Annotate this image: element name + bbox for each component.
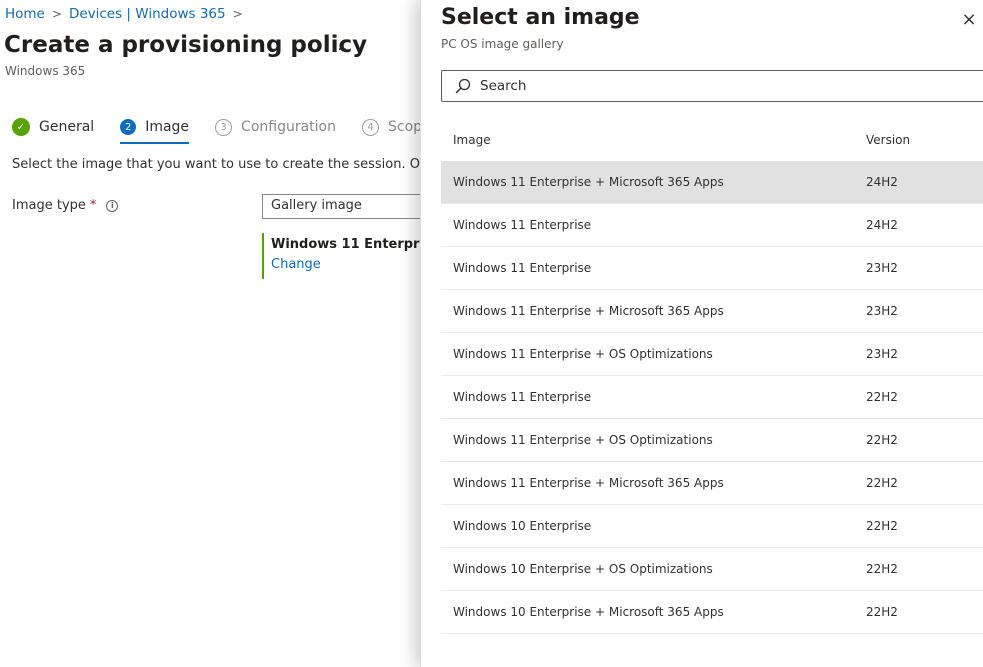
- search-box[interactable]: [441, 70, 983, 102]
- image-name-cell: Windows 11 Enterprise: [453, 261, 592, 275]
- panel-title: Select an image: [441, 5, 640, 30]
- select-image-panel: Select an image PC OS image gallery × Im…: [420, 0, 983, 667]
- step-configuration[interactable]: 3 Configuration: [215, 115, 336, 139]
- table-row[interactable]: Windows 11 Enterprise + OS Optimizations…: [441, 333, 983, 376]
- version-cell: 22H2: [866, 605, 898, 619]
- version-cell: 22H2: [866, 476, 898, 490]
- step-label: Configuration: [241, 119, 336, 135]
- image-name-cell: Windows 11 Enterprise + Microsoft 365 Ap…: [453, 476, 724, 490]
- search-icon: [454, 77, 472, 95]
- chevron-right-icon: >: [232, 7, 243, 21]
- table-row[interactable]: Windows 11 Enterprise + OS Optimizations…: [441, 419, 983, 462]
- table-row[interactable]: Windows 11 Enterprise 22H2: [441, 376, 983, 419]
- grid-rows: Windows 11 Enterprise + Microsoft 365 Ap…: [441, 161, 983, 634]
- panel-subtitle: PC OS image gallery: [441, 37, 564, 51]
- image-name-cell: Windows 10 Enterprise + OS Optimizations: [453, 562, 713, 576]
- intro-text: Select the image that you want to use to…: [12, 157, 485, 172]
- step-number-icon: 2: [120, 119, 137, 135]
- more-options-button[interactable]: ...: [332, 38, 348, 54]
- image-name-cell: Windows 11 Enterprise + Microsoft 365 Ap…: [453, 175, 724, 189]
- page-subtitle: Windows 365: [5, 64, 86, 78]
- search-input[interactable]: [480, 78, 960, 94]
- image-name-cell: Windows 11 Enterprise + OS Optimizations: [453, 347, 713, 361]
- step-number-icon: 4: [362, 118, 379, 136]
- table-row[interactable]: Windows 10 Enterprise 22H2: [441, 505, 983, 548]
- image-grid: Image Version Windows 11 Enterprise + Mi…: [441, 118, 983, 634]
- step-number-icon: 3: [215, 118, 233, 136]
- image-type-dropdown[interactable]: Gallery image: [262, 194, 432, 219]
- version-cell: 24H2: [866, 218, 898, 232]
- table-row[interactable]: Windows 11 Enterprise 24H2: [441, 204, 983, 247]
- image-name-cell: Windows 11 Enterprise + OS Optimizations: [453, 433, 713, 447]
- step-label: Image: [145, 119, 190, 135]
- version-cell: 22H2: [866, 433, 898, 447]
- table-row[interactable]: Windows 11 Enterprise + Microsoft 365 Ap…: [441, 462, 983, 505]
- selected-image-name: Windows 11 Enterprise + Microsoft 365 Ap…: [271, 237, 432, 252]
- image-type-label-text: Image type: [12, 198, 86, 213]
- version-cell: 22H2: [866, 562, 898, 576]
- breadcrumb-home[interactable]: Home: [5, 6, 45, 22]
- image-name-cell: Windows 11 Enterprise: [453, 390, 592, 404]
- change-image-link[interactable]: Change: [271, 257, 432, 272]
- breadcrumb: Home > Devices | Windows 365 >: [5, 6, 250, 22]
- checkmark-icon: ✓: [12, 118, 30, 136]
- info-icon[interactable]: i: [106, 199, 119, 212]
- table-row[interactable]: Windows 11 Enterprise + Microsoft 365 Ap…: [441, 290, 983, 333]
- step-label: General: [39, 119, 95, 135]
- version-cell: 22H2: [866, 519, 898, 533]
- column-header-image[interactable]: Image: [441, 133, 866, 147]
- table-row[interactable]: Windows 11 Enterprise + Microsoft 365 Ap…: [441, 161, 983, 204]
- table-row[interactable]: Windows 10 Enterprise + Microsoft 365 Ap…: [441, 591, 983, 634]
- version-cell: 22H2: [866, 390, 898, 404]
- breadcrumb-devices[interactable]: Devices | Windows 365: [69, 6, 226, 22]
- step-general[interactable]: ✓ General: [12, 115, 94, 139]
- close-icon[interactable]: ×: [960, 11, 978, 30]
- table-row[interactable]: Windows 11 Enterprise 23H2: [441, 247, 983, 290]
- image-name-cell: Windows 10 Enterprise + Microsoft 365 Ap…: [453, 605, 724, 619]
- page-title: Create a provisioning policy: [4, 32, 368, 58]
- required-marker: *: [89, 198, 97, 213]
- version-cell: 23H2: [866, 304, 898, 318]
- version-cell: 24H2: [866, 175, 898, 189]
- step-image[interactable]: 2 Image: [120, 115, 190, 144]
- version-cell: 23H2: [866, 261, 898, 275]
- image-name-cell: Windows 11 Enterprise: [453, 218, 592, 232]
- selected-image: Windows 11 Enterprise + Microsoft 365 Ap…: [262, 233, 432, 279]
- wizard-steps: ✓ General 2 Image 3 Configuration 4 Scop…: [12, 115, 475, 144]
- image-type-label: Image type * i: [12, 198, 119, 213]
- image-name-cell: Windows 11 Enterprise + Microsoft 365 Ap…: [453, 304, 724, 318]
- chevron-right-icon: >: [51, 7, 62, 21]
- image-name-cell: Windows 10 Enterprise: [453, 519, 592, 533]
- column-header-version[interactable]: Version: [866, 133, 983, 147]
- version-cell: 23H2: [866, 347, 898, 361]
- table-row[interactable]: Windows 10 Enterprise + OS Optimizations…: [441, 548, 983, 591]
- grid-header: Image Version: [441, 118, 983, 161]
